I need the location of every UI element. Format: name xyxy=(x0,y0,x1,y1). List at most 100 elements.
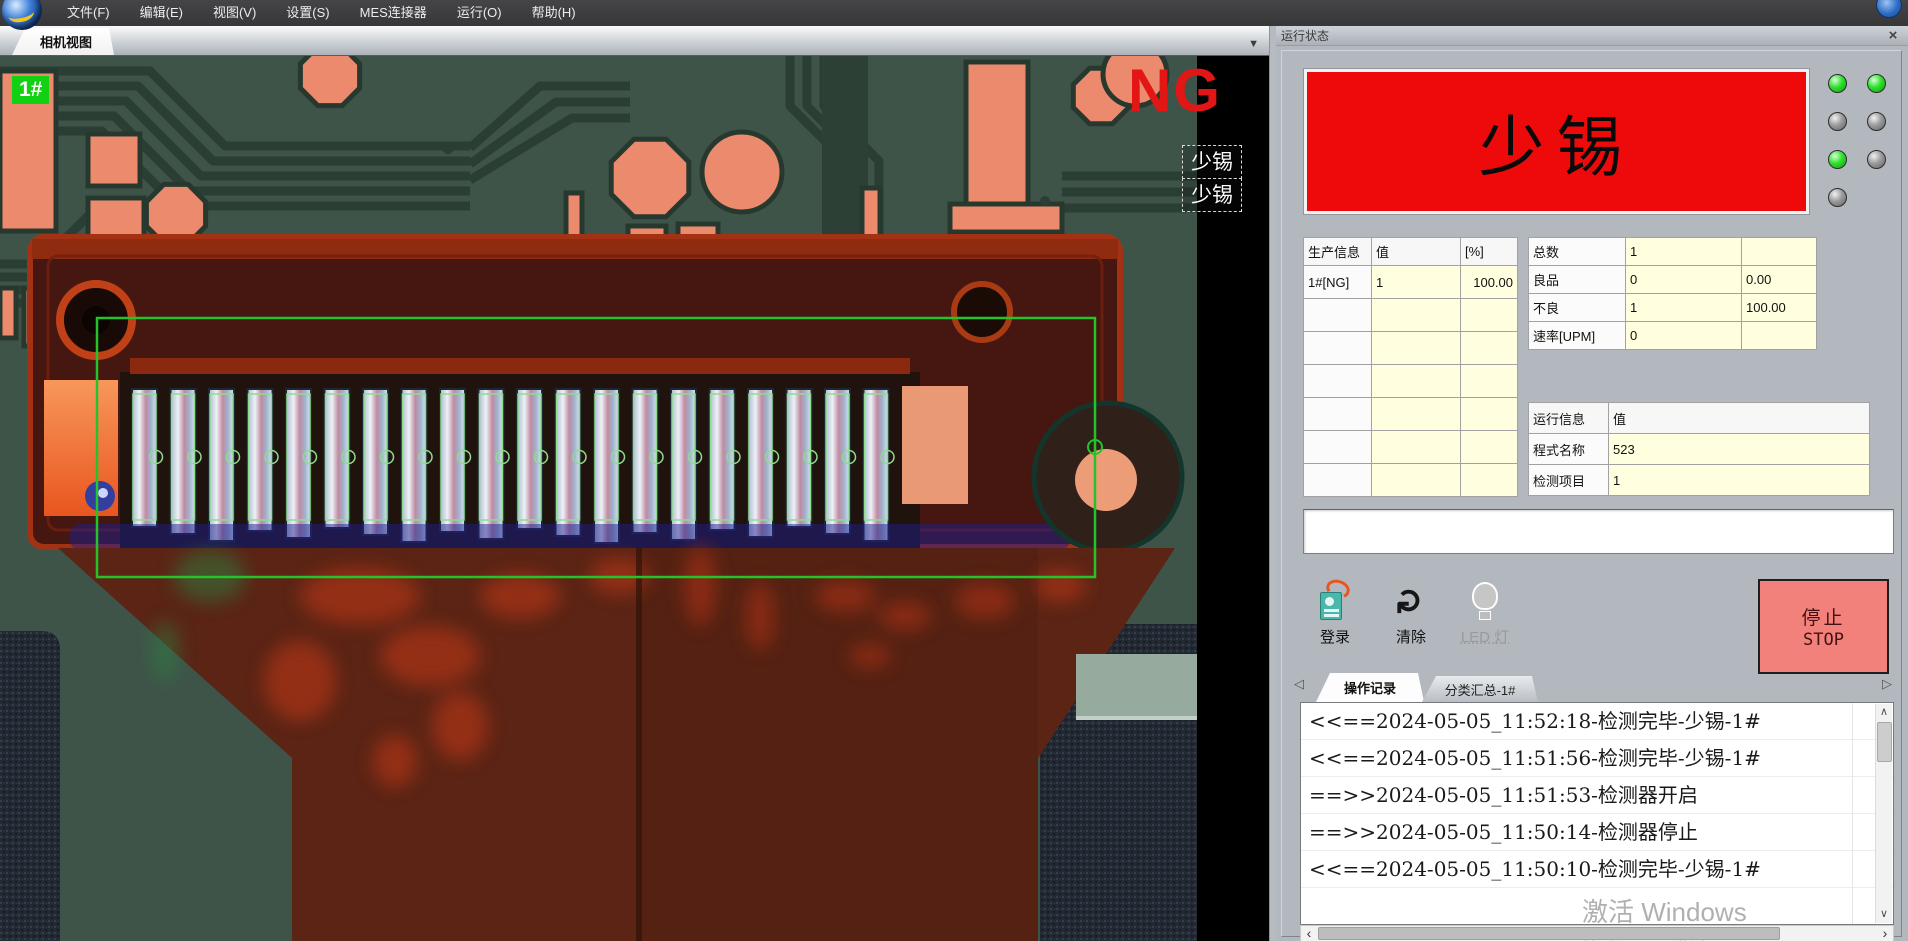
status-led xyxy=(1867,74,1886,93)
log-entry[interactable]: <<==2024-05-05_11:50:10-检测完毕-少锡-1# xyxy=(1301,851,1893,888)
vertical-scrollbar[interactable]: ∧ ∨ xyxy=(1875,704,1892,923)
cell: 速率[UPM] xyxy=(1529,322,1626,350)
camera-image-area: 1# NG 少锡 少锡 xyxy=(0,56,1269,941)
scroll-up-icon[interactable]: ∧ xyxy=(1876,704,1892,721)
close-icon[interactable]: × xyxy=(1883,27,1903,44)
menu-help[interactable]: 帮助(H) xyxy=(517,0,591,26)
app-logo-icon xyxy=(2,0,42,30)
scroll-left-icon[interactable]: ‹ xyxy=(1301,926,1317,941)
tab-prev-icon[interactable]: ◁ xyxy=(1294,676,1304,692)
table-row: 总数 1 xyxy=(1529,238,1817,266)
tab-camera-view[interactable]: 相机视图 xyxy=(12,28,114,55)
cell: 0 xyxy=(1626,266,1742,294)
cell: 不良 xyxy=(1529,294,1626,322)
table-row: 检测项目 1 xyxy=(1529,465,1870,496)
scrollbar-thumb[interactable] xyxy=(1877,722,1892,762)
cell: 100.00 xyxy=(1461,266,1518,299)
badge-icon xyxy=(1318,582,1352,620)
status-led xyxy=(1867,150,1886,169)
table-header-row: 运行信息 值 xyxy=(1529,403,1870,434)
table-row: 良品 0 0.00 xyxy=(1529,266,1817,294)
horizontal-scrollbar[interactable]: ‹ › xyxy=(1300,925,1894,941)
run-status-panel: 运行状态 × 少锡 生产信息 值 [%] 1#[NG] 1 xyxy=(1276,26,1908,941)
panel-title: 运行状态 xyxy=(1281,27,1329,44)
production-table: 生产信息 值 [%] 1#[NG] 1 100.00 xyxy=(1303,237,1518,497)
log-tab-strip: ◁ 操作记录 分类汇总-1# ▷ xyxy=(1294,668,1894,702)
camera-panel: 相机视图 ▼ xyxy=(0,26,1269,941)
cell: 100.00 xyxy=(1742,294,1817,322)
table-header-row: 生产信息 值 [%] xyxy=(1304,238,1518,266)
login-label: 登录 xyxy=(1320,626,1350,647)
menu-file[interactable]: 文件(F) xyxy=(52,0,125,26)
log-column-divider xyxy=(1852,703,1853,924)
connector-body xyxy=(30,237,1120,554)
pcb-image xyxy=(0,56,1197,941)
cell: 1 xyxy=(1626,294,1742,322)
cell: 523 xyxy=(1609,434,1870,465)
scroll-right-icon[interactable]: › xyxy=(1877,926,1893,941)
status-led xyxy=(1828,150,1847,169)
panel-splitter[interactable] xyxy=(1269,26,1276,941)
message-input[interactable] xyxy=(1303,509,1894,554)
cell: 检测项目 xyxy=(1529,465,1609,496)
login-button[interactable]: 登录 xyxy=(1302,582,1368,662)
stop-label-cn: 停止 xyxy=(1801,603,1845,630)
cell xyxy=(1742,322,1817,350)
log-entry[interactable]: <<==2024-05-05_11:52:18-检测完毕-少锡-1# xyxy=(1301,703,1893,740)
camera-tab-strip: 相机视图 ▼ xyxy=(0,26,1269,56)
info-icon[interactable] xyxy=(1876,0,1902,18)
led-light-button[interactable]: LED 灯 xyxy=(1452,582,1518,662)
defect-banner-text: 少锡 xyxy=(1479,94,1635,190)
table-row xyxy=(1304,365,1518,398)
log-entry[interactable]: ==>>2024-05-05_11:51:53-检测器开启 xyxy=(1301,777,1893,814)
camera-id-badge: 1# xyxy=(12,76,49,104)
status-led xyxy=(1828,112,1847,131)
log-entry[interactable]: <<==2024-05-05_11:51:56-检测完毕-少锡-1# xyxy=(1301,740,1893,777)
table-row xyxy=(1304,299,1518,332)
menu-edit[interactable]: 编辑(E) xyxy=(125,0,198,26)
col-header: 值 xyxy=(1372,238,1461,266)
title-bar: 文件(F) 编辑(E) 视图(V) 设置(S) MES连接器 运行(O) 帮助(… xyxy=(0,0,1908,26)
menu-mes-connector[interactable]: MES连接器 xyxy=(345,0,442,26)
stop-button[interactable]: 停止 STOP xyxy=(1758,579,1889,674)
menu-run[interactable]: 运行(O) xyxy=(442,0,517,26)
table-row xyxy=(1304,398,1518,431)
table-row xyxy=(1304,464,1518,497)
menu-settings[interactable]: 设置(S) xyxy=(271,0,344,26)
status-led xyxy=(1828,188,1847,207)
panel-title-bar: 运行状态 × xyxy=(1276,26,1908,46)
bulb-icon xyxy=(1472,582,1498,620)
defect-label: 少锡 xyxy=(1182,178,1242,212)
clear-button[interactable]: ↻ 清除 xyxy=(1378,582,1444,662)
tab-next-icon[interactable]: ▷ xyxy=(1882,676,1892,692)
scrollbar-thumb[interactable] xyxy=(1318,927,1780,940)
counters-table: 总数 1 良品 0 0.00 不良 1 100.00 速率[UPM] 0 xyxy=(1528,237,1817,350)
clear-label: 清除 xyxy=(1396,626,1426,647)
cell: 1 xyxy=(1372,266,1461,299)
table-row: 不良 1 100.00 xyxy=(1529,294,1817,322)
defect-label-stack: 少锡 少锡 xyxy=(1182,146,1242,212)
inspection-result: NG xyxy=(1128,56,1222,125)
stop-label-en: STOP xyxy=(1803,630,1844,650)
led-label: LED 灯 xyxy=(1461,626,1509,647)
status-led xyxy=(1867,112,1886,131)
cell: 0 xyxy=(1626,322,1742,350)
status-led xyxy=(1828,74,1847,93)
cell: 良品 xyxy=(1529,266,1626,294)
cell: 1 xyxy=(1626,238,1742,266)
cell: 1 xyxy=(1609,465,1870,496)
status-led-grid xyxy=(1828,74,1886,207)
cell: 1#[NG] xyxy=(1304,266,1372,299)
table-row xyxy=(1304,332,1518,365)
tab-category-summary[interactable]: 分类汇总-1# xyxy=(1422,676,1538,702)
cell: 0.00 xyxy=(1742,266,1817,294)
menu-view[interactable]: 视图(V) xyxy=(198,0,271,26)
cell xyxy=(1742,238,1817,266)
col-header: 运行信息 xyxy=(1529,403,1609,434)
defect-label: 少锡 xyxy=(1182,145,1242,179)
log-entry[interactable]: ==>>2024-05-05_11:50:14-检测器停止 xyxy=(1301,814,1893,851)
table-row xyxy=(1304,431,1518,464)
chevron-down-icon[interactable]: ▼ xyxy=(1248,38,1259,50)
scroll-down-icon[interactable]: ∨ xyxy=(1876,906,1892,923)
tab-operation-log[interactable]: 操作记录 xyxy=(1316,673,1424,702)
